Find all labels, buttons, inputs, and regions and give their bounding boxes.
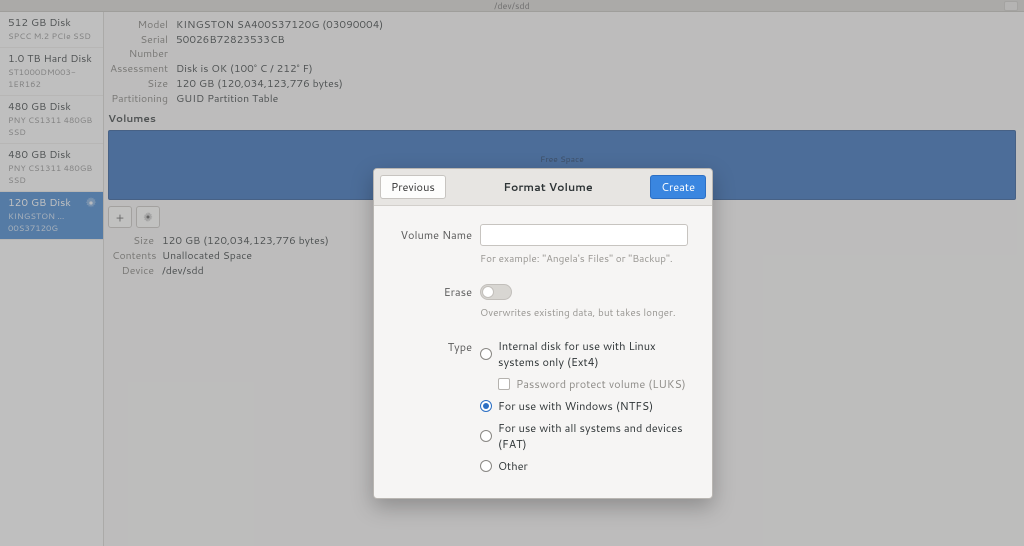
type-option-label: For use with all systems and devices (FA… (498, 420, 688, 452)
erase-label: Erase (398, 284, 472, 300)
radio-icon (480, 400, 492, 412)
dialog-header: Previous Format Volume Create (374, 169, 712, 206)
type-label: Type (398, 338, 472, 355)
type-option-label: Other (498, 458, 528, 474)
type-option-label: For use with Windows (NTFS) (498, 398, 653, 414)
erase-hint: Overwrites existing data, but takes long… (480, 306, 688, 320)
radio-icon (480, 460, 492, 472)
type-option-label: Internal disk for use with Linux systems… (498, 338, 688, 370)
volume-name-hint: For example: "Angela's Files" or "Backup… (480, 252, 688, 266)
create-button[interactable]: Create (650, 175, 706, 199)
type-option-label: Password protect volume (LUKS) (516, 376, 686, 392)
erase-switch[interactable] (480, 284, 512, 300)
volume-name-input[interactable] (480, 224, 688, 246)
radio-icon (480, 348, 492, 360)
radio-icon (480, 430, 492, 442)
format-volume-dialog: Previous Format Volume Create Volume Nam… (373, 168, 713, 499)
dialog-body: Volume Name For example: "Angela's Files… (374, 206, 712, 498)
previous-button[interactable]: Previous (380, 175, 446, 199)
type-option-ntfs[interactable]: For use with Windows (NTFS) (480, 398, 688, 414)
type-option-luks[interactable]: Password protect volume (LUKS) (498, 376, 688, 392)
dialog-title: Format Volume (503, 179, 592, 195)
volume-name-label: Volume Name (398, 227, 472, 243)
type-radio-group: Internal disk for use with Linux systems… (480, 338, 688, 474)
type-option-fat[interactable]: For use with all systems and devices (FA… (480, 420, 688, 452)
type-option-ext4[interactable]: Internal disk for use with Linux systems… (480, 338, 688, 370)
type-option-other[interactable]: Other (480, 458, 688, 474)
checkbox-icon (498, 378, 510, 390)
